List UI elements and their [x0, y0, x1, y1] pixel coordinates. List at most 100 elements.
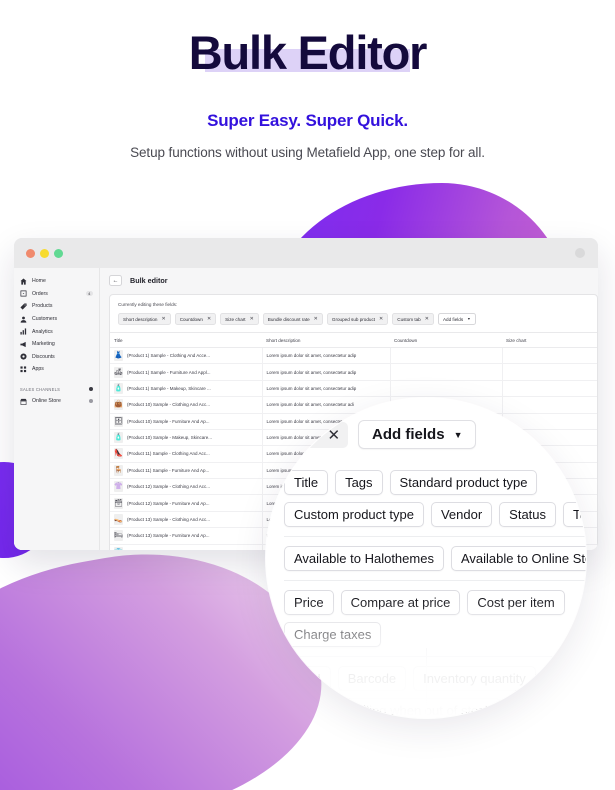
- cell-countdown[interactable]: [390, 363, 503, 381]
- field-tag[interactable]: Bundle discount rate ✕: [262, 313, 323, 325]
- cell-short-description[interactable]: Lorem ipsum dolor sit amet, consectetur …: [262, 380, 391, 398]
- cell-title[interactable]: 👜 (Product 10) Sample - Clothing And Acc.…: [110, 396, 263, 414]
- add-fields-button[interactable]: Add fields ▼: [358, 420, 477, 449]
- cell-title[interactable]: 🗃 (Product 12) Sample - Furniture And Ap.…: [110, 494, 263, 512]
- cell-title[interactable]: 👠 (Product 11) Sample - Clothing And Acc.…: [110, 445, 263, 463]
- avatar[interactable]: [575, 248, 585, 258]
- sidebar: Home Orders 4 Products Customers Analyti…: [14, 268, 100, 550]
- cell-title[interactable]: 🛋 (Product 1) Sample - Furniture And Appl…: [110, 363, 263, 381]
- breadcrumb: ← Bulk editor: [109, 275, 598, 286]
- close-icon[interactable]: ✕: [207, 316, 211, 322]
- column-header-title[interactable]: Title: [110, 332, 262, 348]
- cell-title[interactable]: 🧴 (Product 10) Sample - Makeup, Skincare.…: [110, 429, 263, 447]
- field-tag-custom-tab[interactable]: ab ✕: [296, 421, 349, 448]
- close-icon[interactable]: ✕: [425, 316, 429, 322]
- column-header-desc[interactable]: Short description: [262, 332, 390, 348]
- cell-size-chart[interactable]: [502, 363, 597, 381]
- cell-countdown[interactable]: [390, 347, 503, 365]
- gear-icon[interactable]: [88, 387, 93, 392]
- sidebar-item-products[interactable]: Products: [14, 300, 99, 313]
- field-chip[interactable]: Tags: [335, 470, 383, 495]
- back-button[interactable]: ←: [109, 275, 122, 286]
- orders-icon: [20, 290, 27, 297]
- window-minimize-button[interactable]: [40, 248, 49, 258]
- close-icon[interactable]: ✕: [379, 316, 383, 322]
- field-tag[interactable]: Custom tab ✕: [392, 313, 434, 325]
- cell-countdown[interactable]: [390, 380, 503, 398]
- field-tag[interactable]: Grouped sub product ✕: [326, 313, 389, 325]
- column-header-sizechart[interactable]: Size chart: [502, 332, 597, 348]
- sidebar-item-apps[interactable]: Apps: [14, 363, 99, 376]
- field-tag-label: Short description: [123, 316, 158, 322]
- field-chip[interactable]: Standard product type: [389, 470, 538, 495]
- close-icon[interactable]: ✕: [250, 316, 254, 322]
- column-header-countdown[interactable]: Countdown: [390, 332, 502, 348]
- cell-title[interactable]: 👚 (Product 12) Sample - Clothing And Acc.…: [110, 478, 263, 496]
- cell-title[interactable]: 👗 (Product 1) Sample - Clothing And Acce.…: [110, 347, 263, 365]
- cell-title[interactable]: 🛏 (Product 13) Sample - Furniture And Ap.…: [110, 527, 263, 545]
- store-icon: [20, 398, 27, 405]
- table-row[interactable]: 👗 (Product 1) Sample - Clothing And Acce.…: [110, 347, 597, 365]
- close-icon[interactable]: ✕: [161, 316, 165, 322]
- home-icon: [20, 278, 27, 285]
- sidebar-item-label: Marketing: [32, 341, 55, 348]
- cell-size-chart[interactable]: [502, 380, 597, 398]
- field-tag[interactable]: Countdown ✕: [174, 313, 217, 325]
- add-fields-button[interactable]: Add fields ▼: [437, 313, 476, 325]
- cell-short-description[interactable]: Lorem ipsum dolor sit amet, consectetur …: [262, 363, 391, 381]
- editing-fields-label: Currently editing these fields:: [118, 302, 178, 307]
- sidebar-item-marketing[interactable]: Marketing: [14, 338, 99, 351]
- bulk-editor-title: Bulk editor: [130, 276, 168, 285]
- window-close-button[interactable]: [26, 248, 35, 258]
- sidebar-item-home[interactable]: Home: [14, 275, 99, 288]
- chevron-down-icon: ▼: [467, 317, 471, 321]
- cell-title[interactable]: 🧴 (Product 1) Sample - Makeup, Skincare .…: [110, 380, 263, 398]
- cell-title[interactable]: 🗄 (Product 10) Sample - Furniture And Ap.…: [110, 413, 263, 430]
- close-icon[interactable]: ✕: [314, 316, 318, 322]
- field-group-product-info: Title Tags Standard product type Custom pro…: [284, 461, 586, 536]
- field-tag[interactable]: Size chart ✕: [220, 313, 259, 325]
- product-title: (Product 10) Sample - Makeup, Skincare..…: [127, 435, 213, 441]
- sidebar-item-orders[interactable]: Orders 4: [14, 288, 99, 301]
- hero-section: Bulk Editor Super Easy. Super Quick. Set…: [0, 0, 615, 160]
- field-chip[interactable]: Status: [499, 502, 557, 527]
- close-icon[interactable]: ✕: [327, 426, 340, 444]
- sidebar-item-online-store[interactable]: Online Store: [14, 395, 99, 408]
- table-row[interactable]: 🧴 (Product 1) Sample - Makeup, Skincare .…: [110, 380, 597, 398]
- product-thumbnail: 👗: [114, 350, 123, 362]
- gear-icon[interactable]: [88, 398, 93, 404]
- hero-subtitle: Super Easy. Super Quick.: [207, 111, 408, 130]
- sidebar-item-discounts[interactable]: Discounts: [14, 351, 99, 364]
- field-chip[interactable]: Available to Online Store: [450, 546, 586, 571]
- sidebar-item-analytics[interactable]: Analytics: [14, 325, 99, 338]
- sidebar-item-label: Customers: [32, 316, 58, 323]
- table-row[interactable]: 🛋 (Product 1) Sample - Furniture And Appl…: [110, 363, 597, 381]
- field-chip[interactable]: Custom product type: [284, 502, 424, 527]
- field-chip[interactable]: Vendor: [430, 502, 493, 527]
- sidebar-item-customers[interactable]: Customers: [14, 313, 99, 326]
- page-title: Bulk Editor: [188, 26, 428, 79]
- product-title: (Product 13) Sample - Furniture And Ap..…: [127, 533, 210, 539]
- field-tag[interactable]: Short description ✕: [118, 313, 171, 325]
- product-thumbnail: 👚: [114, 481, 123, 493]
- product-thumbnail: 👠: [114, 448, 123, 460]
- cell-short-description[interactable]: Lorem ipsum dolor sit amet, consectetur …: [262, 347, 391, 365]
- cell-title[interactable]: 👡 (Product 13) Sample - Clothing And Acc.…: [110, 511, 263, 529]
- window-titlebar: [14, 238, 598, 268]
- field-chip[interactable]: Title: [284, 470, 329, 495]
- table-header: Title Short description Countdown Size c…: [110, 332, 597, 348]
- window-maximize-button[interactable]: [54, 248, 63, 258]
- product-thumbnail: 👡: [114, 513, 123, 525]
- field-chip[interactable]: Template: [563, 502, 586, 527]
- product-title: (Product 11) Sample - Furniture And Ap..…: [127, 467, 210, 473]
- cell-title[interactable]: 👕(Product 14) Sample - Clothing And Acc.…: [110, 544, 263, 550]
- lens-fade-overlay: [266, 598, 586, 718]
- cell-size-chart[interactable]: [502, 347, 597, 365]
- fields-panel: Currently editing these fields: Short de…: [110, 295, 597, 332]
- field-chip-row: Available to Halothemes Available to Onli…: [284, 546, 586, 571]
- product-thumbnail: 🪑: [114, 464, 123, 476]
- field-chip[interactable]: Available to Halothemes: [284, 546, 444, 571]
- sidebar-item-label: Home: [32, 278, 46, 285]
- field-tag-label: Countdown: [179, 316, 203, 322]
- cell-title[interactable]: 🪑 (Product 11) Sample - Furniture And Ap.…: [110, 462, 263, 480]
